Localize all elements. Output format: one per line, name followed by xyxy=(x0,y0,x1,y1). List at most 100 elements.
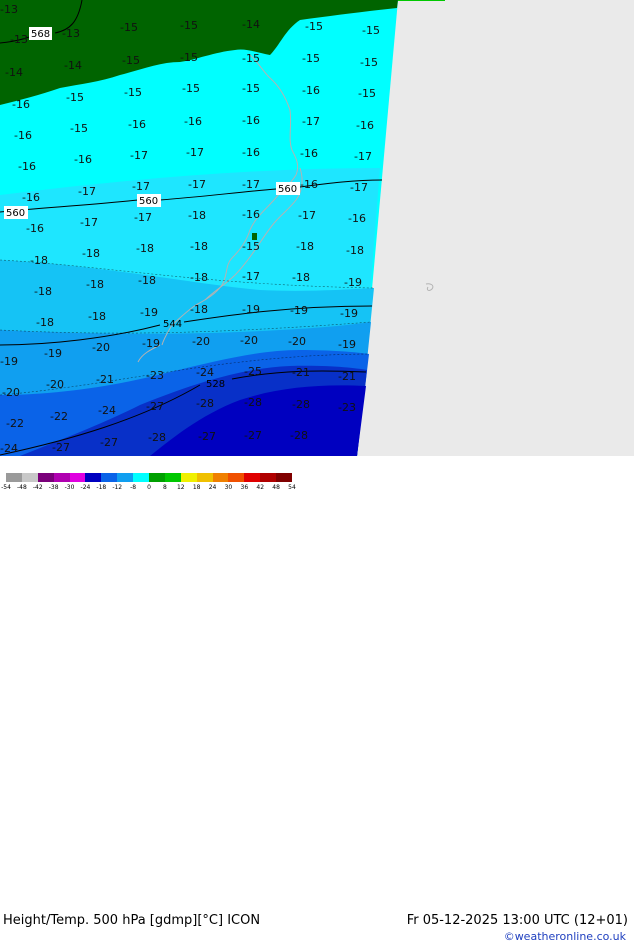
temperature-label: -18 xyxy=(346,244,364,257)
temperature-label: -15 xyxy=(180,51,198,64)
color-scale xyxy=(6,473,293,482)
color-scale-cell xyxy=(260,473,277,482)
color-scale-cell xyxy=(212,473,229,482)
color-scale-cell xyxy=(69,473,86,482)
color-scale-cell xyxy=(117,473,134,482)
color-scale-cell xyxy=(164,473,181,482)
temperature-label: -15 xyxy=(302,52,320,65)
temperature-label: -18 xyxy=(34,285,52,298)
temperature-label: -16 xyxy=(348,212,366,225)
temperature-label: -21 xyxy=(96,373,114,386)
color-scale-cell xyxy=(21,473,38,482)
color-scale-cell xyxy=(53,473,70,482)
temperature-label: -18 xyxy=(36,316,54,329)
valid-datetime: Fr 05-12-2025 13:00 UTC (12+01) xyxy=(406,913,628,928)
temperature-label: -17 xyxy=(188,178,206,191)
color-scale-cell xyxy=(180,473,197,482)
temperature-label: -19 xyxy=(140,306,158,319)
temperature-label: -16 xyxy=(26,222,44,235)
temperature-label: -15 xyxy=(362,24,380,37)
temperature-label: -16 xyxy=(184,115,202,128)
temperature-label: -14 xyxy=(242,18,260,31)
color-scale-ticks: -54 -48 -42 -38 -30 -24 -18 -12 -8 0 8 12 18 24 30 36 42… xyxy=(0,484,300,491)
temperature-label: -16 xyxy=(242,146,260,159)
weather-map: 568 560 560 560 544 528 -13 -13 -13 -15 -15 -… xyxy=(0,0,634,456)
temperature-label: -18 xyxy=(88,310,106,323)
temperature-label: -13 xyxy=(62,27,80,40)
temperature-label: -27 xyxy=(244,429,262,442)
temperature-label: -20 xyxy=(46,378,64,391)
temperature-label: -15 xyxy=(305,20,323,33)
temperature-label: -16 xyxy=(18,160,36,173)
temperature-label: -28 xyxy=(290,429,308,442)
temperature-label: -15 xyxy=(360,56,378,69)
temperature-label: -20 xyxy=(2,386,20,399)
temperature-label: -27 xyxy=(146,400,164,413)
copyright-link[interactable]: ©weatheronline.co.uk xyxy=(504,930,626,943)
temperature-label: -17 xyxy=(302,115,320,128)
temperature-label: -13 xyxy=(10,33,28,46)
temperature-label: -27 xyxy=(100,436,118,449)
temperature-label: -16 xyxy=(300,178,318,191)
temperature-label: -16 xyxy=(242,208,260,221)
color-scale-cell xyxy=(37,473,54,482)
temperature-label: -23 xyxy=(338,401,356,414)
color-scale-cell xyxy=(6,473,22,482)
temperature-label: -19 xyxy=(0,355,18,368)
height-label: 560 xyxy=(278,184,297,195)
temperature-label: -28 xyxy=(148,431,166,444)
temperature-label: -15 xyxy=(242,240,260,253)
temperature-label: -20 xyxy=(192,335,210,348)
temperature-label: -17 xyxy=(80,216,98,229)
temperature-label: -16 xyxy=(300,147,318,160)
color-scale-cell xyxy=(276,473,293,482)
temperature-label: -16 xyxy=(242,114,260,127)
temperature-label: -15 xyxy=(242,82,260,95)
temperature-label: -16 xyxy=(12,98,30,111)
temperature-label: -19 xyxy=(142,337,160,350)
temperature-label: -16 xyxy=(302,84,320,97)
temperature-label: -19 xyxy=(344,276,362,289)
temperature-label: -22 xyxy=(6,417,24,430)
temperature-label: -24 xyxy=(98,404,116,417)
temperature-label: -15 xyxy=(180,19,198,32)
height-label: 560 xyxy=(139,196,158,207)
temperature-label: -18 xyxy=(138,274,156,287)
temperature-label: -18 xyxy=(82,247,100,260)
temperature-label: -15 xyxy=(70,122,88,135)
temperature-label: -17 xyxy=(354,150,372,163)
temperature-label: -16 xyxy=(128,118,146,131)
temperature-label: -27 xyxy=(198,430,216,443)
height-label: 568 xyxy=(31,29,50,40)
temperature-label: -25 xyxy=(244,365,262,378)
temperature-label: -18 xyxy=(296,240,314,253)
temperature-label: -14 xyxy=(64,59,82,72)
temperature-label: -28 xyxy=(244,396,262,409)
temperature-label: -17 xyxy=(130,149,148,162)
temperature-label: -14 xyxy=(5,66,23,79)
temperature-label: -24 xyxy=(0,442,18,455)
temperature-label: -15 xyxy=(358,87,376,100)
color-scale-cell xyxy=(196,473,213,482)
temperature-label: -17 xyxy=(242,178,260,191)
temperature-label: -19 xyxy=(44,347,62,360)
temperature-label: -17 xyxy=(242,270,260,283)
island xyxy=(252,233,257,240)
color-scale-cell xyxy=(228,473,245,482)
temperature-label: -15 xyxy=(124,86,142,99)
temperature-label: -21 xyxy=(292,366,310,379)
temperature-label: -20 xyxy=(240,334,258,347)
temperature-label: -16 xyxy=(14,129,32,142)
temperature-label: -22 xyxy=(50,410,68,423)
temperature-label: -15 xyxy=(242,52,260,65)
temperature-label: -17 xyxy=(350,181,368,194)
height-label: 560 xyxy=(6,208,25,219)
temperature-label: -24 xyxy=(196,366,214,379)
temperature-label: -21 xyxy=(338,370,356,383)
temperature-label: -18 xyxy=(188,209,206,222)
temperature-label: -16 xyxy=(22,191,40,204)
temperature-label: -23 xyxy=(146,369,164,382)
temperature-label: -20 xyxy=(288,335,306,348)
temperature-label: -17 xyxy=(298,209,316,222)
temperature-band xyxy=(398,0,445,1)
